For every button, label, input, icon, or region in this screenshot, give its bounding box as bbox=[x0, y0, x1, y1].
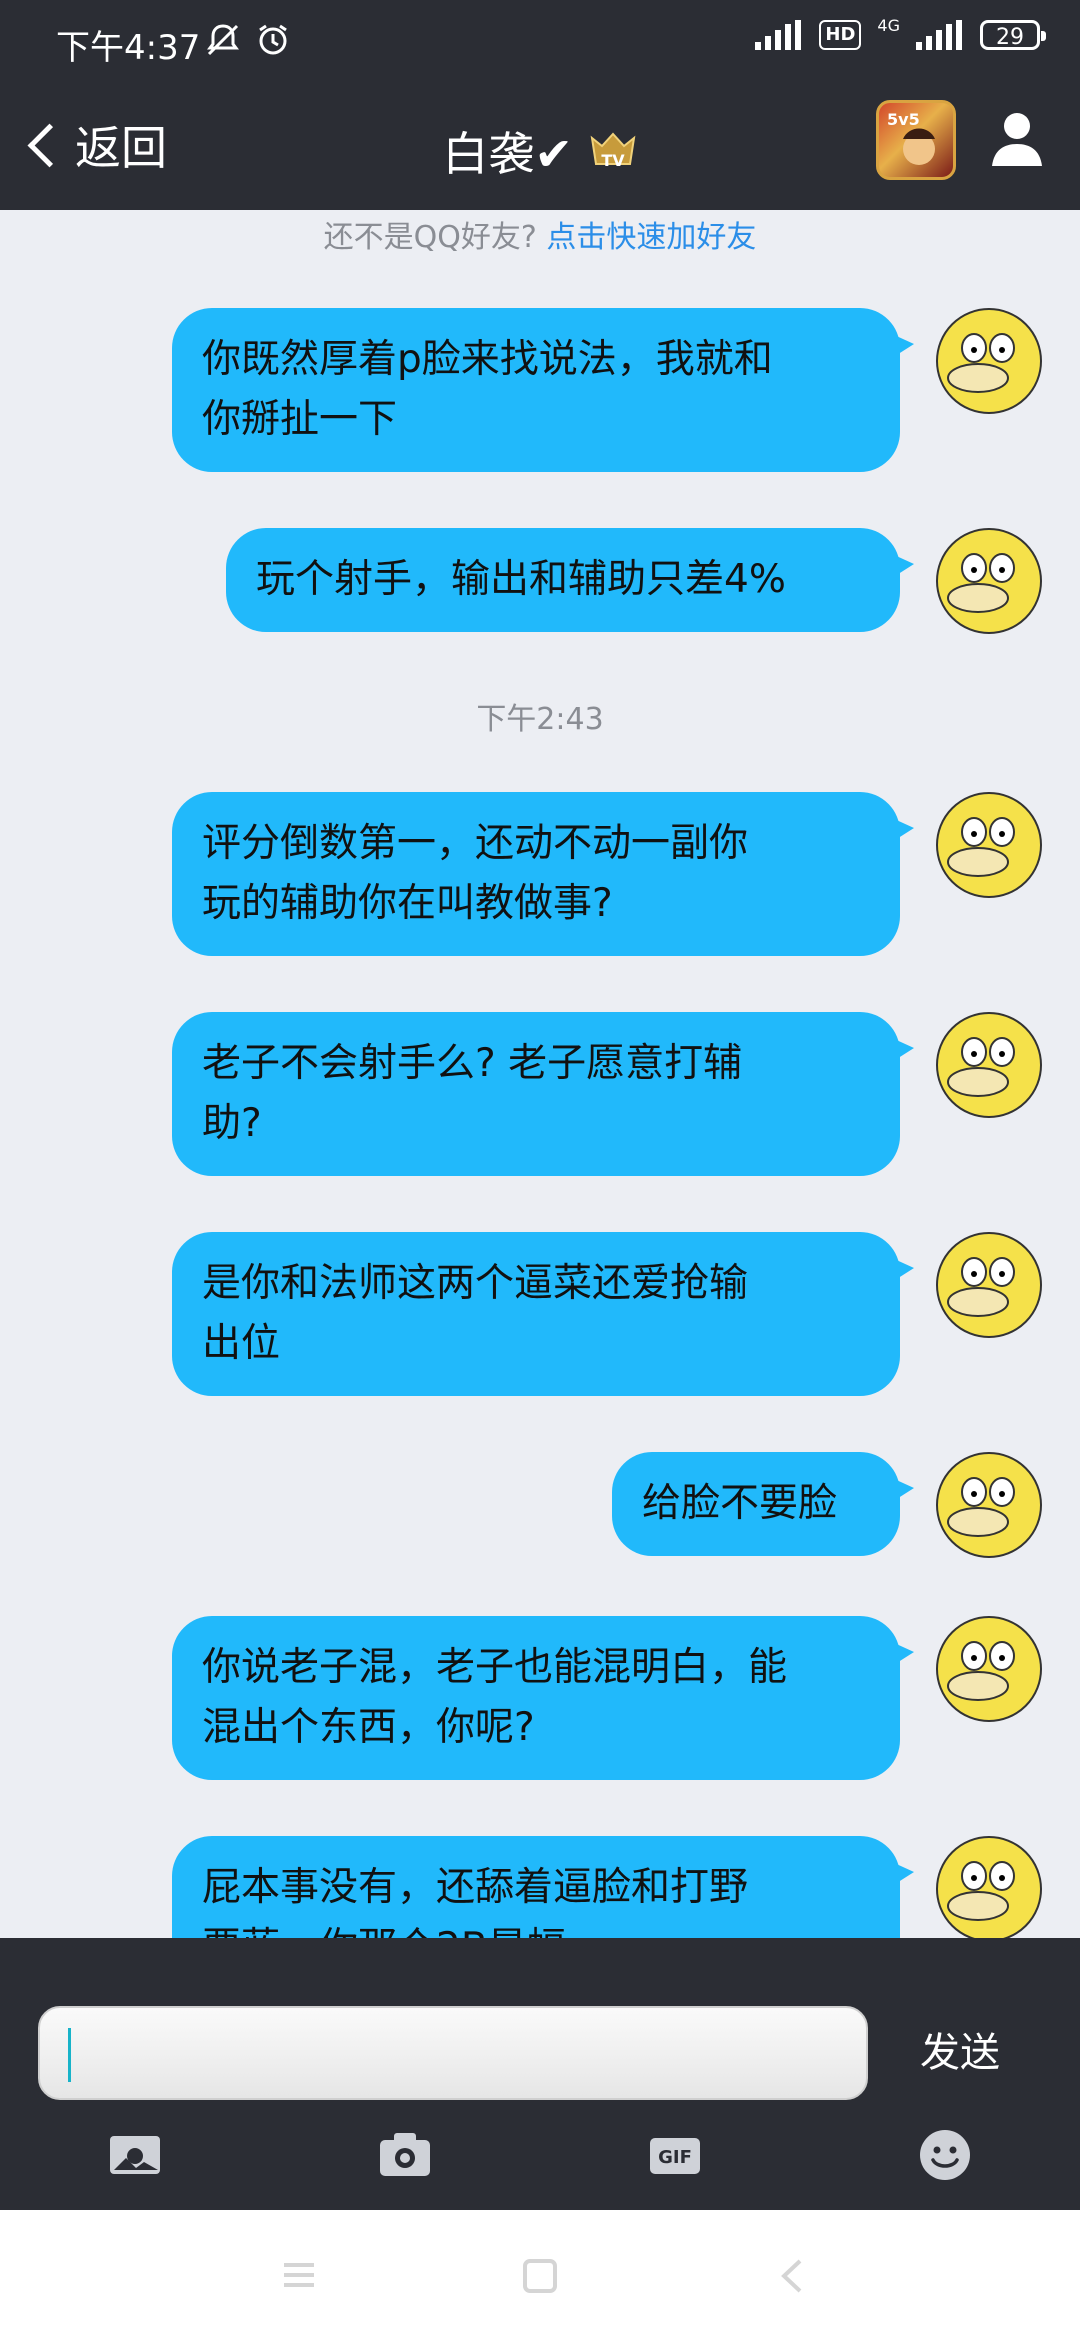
user-profile-icon[interactable] bbox=[990, 108, 1044, 168]
notice-text: 还不是QQ好友? bbox=[323, 220, 537, 255]
psyduck-avatar-icon[interactable] bbox=[936, 792, 1042, 898]
status-icons bbox=[205, 22, 291, 58]
alarm-icon bbox=[259, 24, 287, 55]
status-bar: 下午4:37 HD 4G 29 bbox=[0, 0, 1080, 78]
psyduck-avatar-icon[interactable] bbox=[936, 1452, 1042, 1558]
contact-name: 白袭✔ bbox=[442, 127, 573, 181]
svg-text:5v5: 5v5 bbox=[887, 110, 920, 129]
game-app-icon[interactable]: 5v5 bbox=[876, 100, 956, 180]
message-bubble[interactable]: 你既然厚着p脸来找说法，我就和 你掰扯一下 bbox=[172, 308, 914, 472]
chat-area[interactable]: 还不是QQ好友? 点击快速加好友 你既然厚着p脸来找说法，我就和 你掰扯一下 玩个… bbox=[0, 210, 1080, 1938]
add-friend-notice: 还不是QQ好友? 点击快速加好友 bbox=[0, 212, 1080, 256]
status-right: HD 4G 29 bbox=[755, 16, 1046, 50]
input-bar: 发送 bbox=[0, 1938, 1080, 2100]
king-of-glory-5v5-icon: 5v5 bbox=[887, 110, 935, 165]
status-time: 下午4:37 bbox=[56, 28, 201, 68]
camera-icon[interactable] bbox=[378, 2128, 432, 2182]
hd-badge: HD bbox=[819, 20, 862, 50]
tv-badge-icon: TV bbox=[590, 132, 635, 170]
psyduck-avatar-icon[interactable] bbox=[936, 1012, 1042, 1118]
signal-4g-icon bbox=[916, 20, 962, 50]
psyduck-avatar-icon[interactable] bbox=[936, 528, 1042, 634]
message-bubble[interactable]: 给脸不要脸 bbox=[612, 1452, 914, 1556]
message-bubble[interactable]: 你说老子混，老子也能混明白，能 混出个东西，你呢? bbox=[172, 1616, 914, 1780]
message-timestamp: 下午2:43 bbox=[476, 702, 604, 737]
back-nav-icon[interactable] bbox=[776, 2258, 806, 2294]
gif-icon[interactable]: GIF bbox=[648, 2128, 702, 2182]
psyduck-avatar-icon[interactable] bbox=[936, 1836, 1042, 1938]
message-bubble[interactable]: 玩个射手，输出和辅助只差4% bbox=[226, 528, 914, 632]
message-bubble[interactable]: 屁本事没有，还舔着逼脸和打野要蓝，你那个2B是幅... bbox=[172, 1836, 914, 1938]
svg-text:TV: TV bbox=[601, 151, 625, 170]
send-button[interactable]: 发送 bbox=[880, 2006, 1040, 2100]
add-friend-link[interactable]: 点击快速加好友 bbox=[546, 220, 756, 255]
home-icon[interactable] bbox=[522, 2258, 558, 2294]
chat-header: 返回 白袭✔ TV 5v5 bbox=[0, 78, 1080, 210]
menu-icon[interactable] bbox=[282, 2258, 316, 2292]
text-cursor bbox=[68, 2028, 71, 2082]
input-toolbar: GIF bbox=[0, 2100, 1080, 2210]
network-type: 4G bbox=[877, 15, 900, 35]
message-bubble[interactable]: 评分倒数第一，还动不动一副你 玩的辅助你在叫教做事? bbox=[172, 792, 914, 956]
signal-icon bbox=[755, 20, 802, 50]
message-bubble[interactable]: 老子不会射手么? 老子愿意打辅 助? bbox=[172, 1012, 914, 1176]
system-nav-bar bbox=[0, 2210, 1080, 2340]
psyduck-avatar-icon[interactable] bbox=[936, 308, 1042, 414]
message-bubble[interactable]: 是你和法师这两个逼菜还爱抢输 出位 bbox=[172, 1232, 914, 1396]
psyduck-avatar-icon[interactable] bbox=[936, 1616, 1042, 1722]
svg-text:GIF: GIF bbox=[658, 2147, 692, 2168]
message-input[interactable] bbox=[38, 2006, 868, 2100]
mute-bell-icon bbox=[207, 24, 239, 56]
photo-album-icon[interactable] bbox=[108, 2128, 162, 2182]
psyduck-avatar-icon[interactable] bbox=[936, 1232, 1042, 1338]
emoji-icon[interactable] bbox=[918, 2128, 972, 2182]
battery-icon: 29 bbox=[980, 20, 1046, 50]
